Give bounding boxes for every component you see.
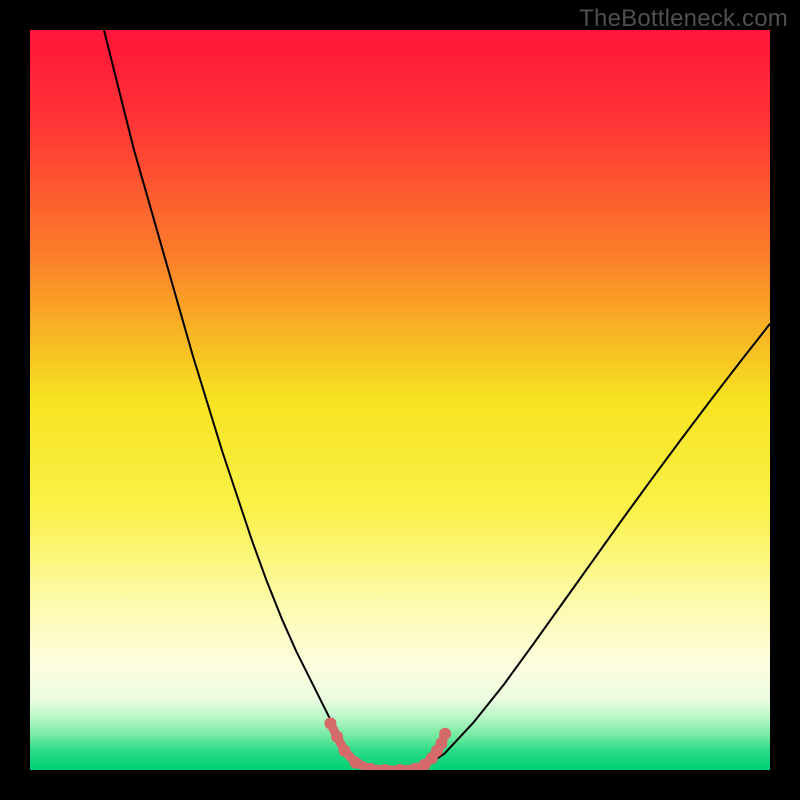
watermark-text: TheBottleneck.com <box>579 5 788 33</box>
optimal-region-marker <box>439 728 451 740</box>
gradient-background <box>30 30 770 770</box>
optimal-region-marker <box>339 745 351 757</box>
optimal-region-marker <box>324 717 336 729</box>
chart-frame: TheBottleneck.com <box>0 0 800 800</box>
optimal-region-marker <box>350 757 362 769</box>
chart-svg <box>30 30 770 770</box>
optimal-region-marker <box>331 731 343 743</box>
plot-area <box>30 30 770 770</box>
